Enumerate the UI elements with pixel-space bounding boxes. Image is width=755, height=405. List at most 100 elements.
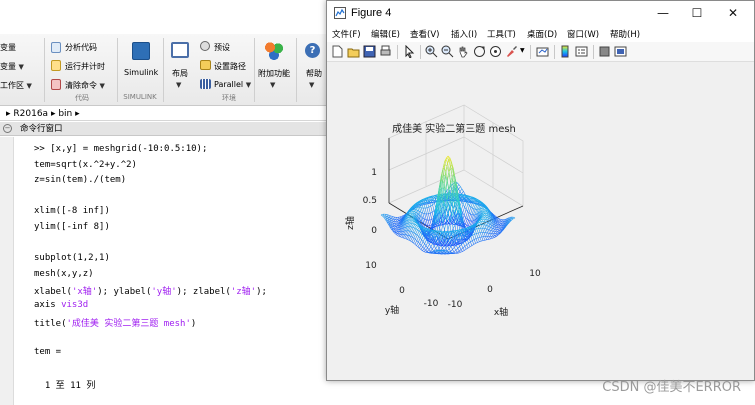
layout-button[interactable]: 布局 <box>172 68 188 79</box>
mesh-line <box>401 234 404 238</box>
mesh-line <box>419 245 422 249</box>
mesh-line <box>419 233 423 239</box>
mesh-line <box>484 228 487 233</box>
z-axis-label: z轴 <box>344 216 356 230</box>
mesh-line <box>405 238 408 240</box>
mesh-line <box>479 221 482 223</box>
insert-legend-icon[interactable] <box>575 45 588 58</box>
menu-view[interactable]: 查看(V) <box>410 28 439 40</box>
path-segment-bin[interactable]: bin <box>58 109 72 119</box>
maximize-button[interactable]: ☐ <box>680 1 714 25</box>
mesh-line <box>421 239 424 242</box>
clear-commands-button[interactable]: 清除命令 ▼ <box>65 80 105 91</box>
mesh-line <box>432 202 435 206</box>
open-file-icon[interactable] <box>347 45 360 58</box>
mesh-line <box>473 243 476 245</box>
mesh-line <box>429 219 432 226</box>
help-icon: ? <box>305 43 320 58</box>
x-tick-label: -10 <box>448 300 463 310</box>
run-and-time-button[interactable]: 运行并计时 <box>65 61 105 72</box>
mesh-line <box>478 228 481 233</box>
menu-desktop[interactable]: 桌面(D) <box>527 28 557 40</box>
mesh-line <box>490 236 493 239</box>
collapse-icon[interactable]: − <box>3 124 12 133</box>
menu-tools[interactable]: 工具(T) <box>487 28 516 40</box>
ribbon-item-variable-2[interactable]: 变量 ▼ <box>0 61 24 72</box>
addons-dropdown-icon[interactable]: ▼ <box>270 80 275 89</box>
mesh-line <box>460 251 463 253</box>
path-segment-r2016a[interactable]: R2016a <box>13 109 48 119</box>
pan-icon[interactable] <box>457 45 470 58</box>
preferences-button[interactable]: 预设 <box>214 42 230 53</box>
mesh-surface <box>380 155 516 255</box>
close-button[interactable]: ✕ <box>716 1 750 25</box>
help-button[interactable]: 帮助 <box>306 68 322 79</box>
parallel-button[interactable]: Parallel ▼ <box>214 80 251 89</box>
minimize-button[interactable]: — <box>646 1 680 25</box>
mesh-line <box>473 203 476 209</box>
layout-dropdown-icon[interactable]: ▼ <box>176 80 181 89</box>
figure-window[interactable]: Figure 4 — ☐ ✕ 文件(F) 编辑(E) 查看(V) 插入(I) 工… <box>326 0 755 381</box>
figure-plot-area[interactable]: 成佳美 实验二第三题 mesh z轴 y轴 x轴 1 0.5 0 10 0 -1… <box>327 63 754 380</box>
mesh-line <box>485 236 488 240</box>
command-line: mesh(x,y,z) <box>34 268 94 279</box>
command-line: z=sin(tem)./(tem) <box>34 175 127 186</box>
show-plot-tools-icon[interactable] <box>614 45 627 58</box>
save-icon[interactable] <box>363 45 376 58</box>
set-path-button[interactable]: 设置路径 <box>214 61 246 72</box>
parallel-icon <box>200 79 211 89</box>
simulink-button[interactable]: Simulink <box>124 68 158 77</box>
mesh-line <box>404 238 407 240</box>
addons-button[interactable]: 附加功能 <box>258 68 290 79</box>
ribbon-item-workspace[interactable]: 工作区 ▼ <box>0 80 32 91</box>
z-tick-label: 0.5 <box>363 196 377 206</box>
print-icon[interactable] <box>379 45 392 58</box>
zoom-in-icon[interactable] <box>425 45 438 58</box>
link-plot-icon[interactable] <box>536 45 549 58</box>
mesh-line <box>472 235 475 240</box>
mesh-line <box>455 250 458 253</box>
brush-icon[interactable] <box>505 45 518 58</box>
menu-file[interactable]: 文件(F) <box>332 28 361 40</box>
brush-dropdown-icon[interactable]: ▼ <box>520 47 525 54</box>
mesh-line <box>427 220 430 226</box>
menu-help[interactable]: 帮助(H) <box>610 28 640 40</box>
path-separator-icon: ▸ <box>48 109 59 119</box>
mesh-line <box>467 205 470 212</box>
mesh-line <box>458 186 461 190</box>
mesh-line <box>397 233 400 236</box>
analyze-code-icon <box>51 42 61 53</box>
mesh-line <box>428 207 431 214</box>
mesh-line <box>416 245 419 248</box>
help-dropdown-icon[interactable]: ▼ <box>309 80 314 89</box>
rotate-3d-icon[interactable] <box>473 45 486 58</box>
zoom-out-icon[interactable] <box>441 45 454 58</box>
insert-colorbar-icon[interactable] <box>559 45 572 58</box>
mesh-line <box>479 222 482 225</box>
command-window[interactable]: >> [x,y] = meshgrid(-10:0.5:10); tem=sqrt… <box>0 137 330 405</box>
figure-titlebar[interactable]: Figure 4 — ☐ ✕ <box>327 1 754 25</box>
analyze-code-button[interactable]: 分析代码 <box>65 42 97 53</box>
mesh-line <box>476 228 479 234</box>
new-figure-icon[interactable] <box>331 45 344 58</box>
mesh-line <box>482 228 485 233</box>
menu-edit[interactable]: 编辑(E) <box>371 28 400 40</box>
y-axis-label: y轴 <box>385 304 399 316</box>
ribbon-item-variable-1[interactable]: 变量 <box>0 42 16 53</box>
mesh-line <box>397 235 399 237</box>
menu-window[interactable]: 窗口(W) <box>567 28 599 40</box>
mesh-line <box>467 220 471 227</box>
menu-insert[interactable]: 插入(I) <box>451 28 477 40</box>
mesh-line <box>479 240 482 243</box>
mesh-line <box>499 221 502 224</box>
hide-plot-tools-icon[interactable] <box>598 45 611 58</box>
mesh-line <box>455 244 458 249</box>
command-line: tem = <box>34 346 62 357</box>
mesh-line <box>457 250 460 253</box>
mesh-axes[interactable]: 成佳美 实验二第三题 mesh z轴 y轴 x轴 1 0.5 0 10 0 -1… <box>327 63 754 380</box>
data-cursor-icon[interactable] <box>489 45 502 58</box>
mesh-line <box>437 245 440 249</box>
mesh-line <box>411 227 414 232</box>
clear-commands-icon <box>51 79 61 90</box>
pointer-icon[interactable] <box>403 45 416 58</box>
